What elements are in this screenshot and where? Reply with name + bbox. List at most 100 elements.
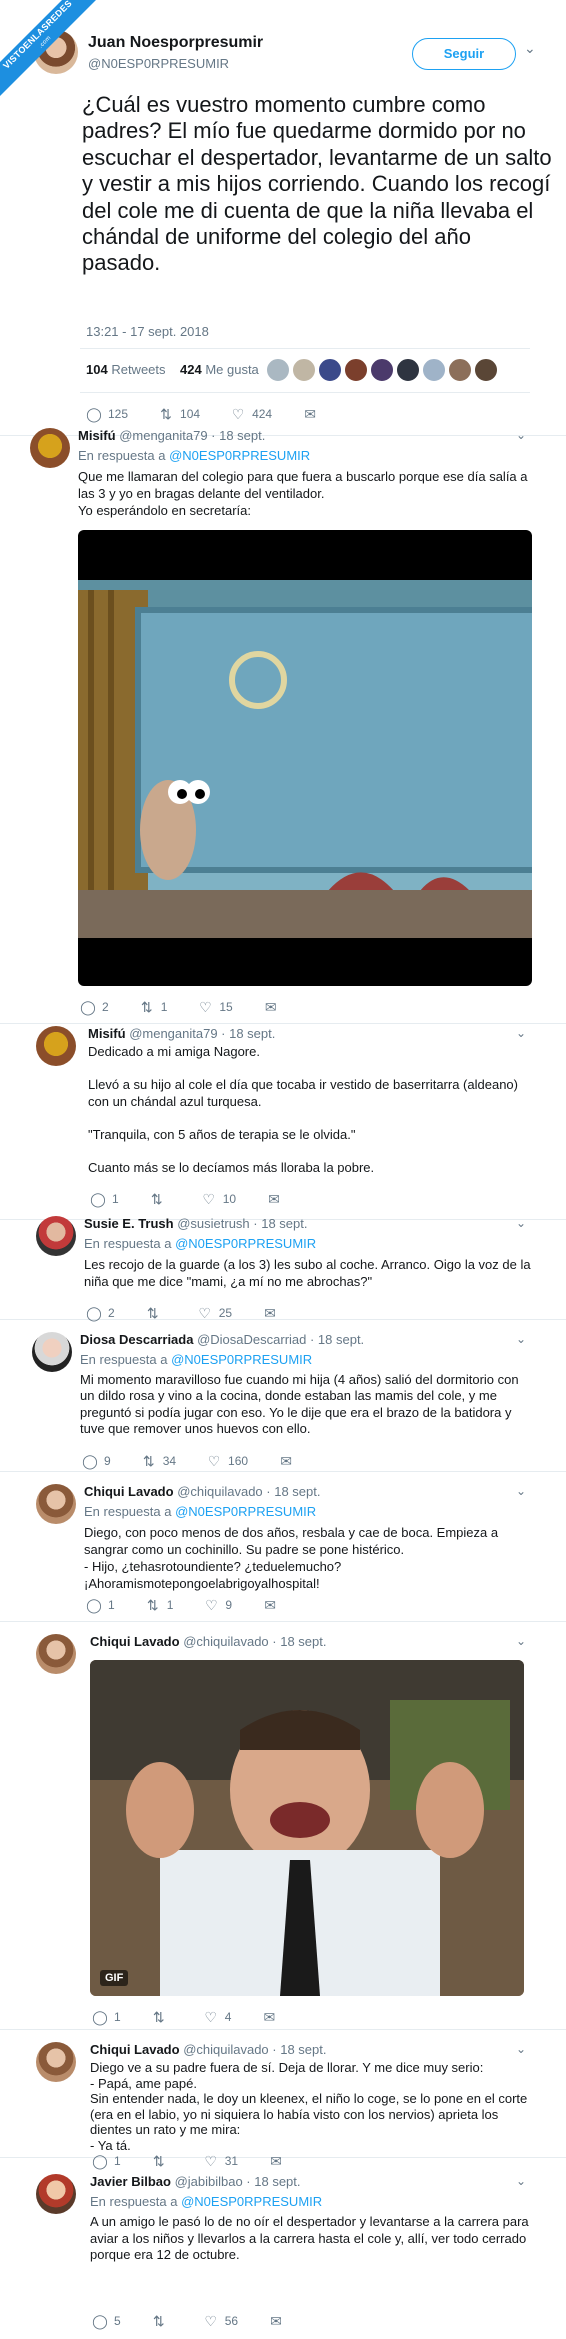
- like-button[interactable]: ♡ 15: [197, 999, 233, 1016]
- divider: [80, 348, 530, 349]
- in-reply-to: En respuesta a @N0ESP0RPRESUMIR: [80, 1352, 312, 1367]
- reply-author[interactable]: Susie E. Trush @susietrush · 18 sept.: [84, 1216, 307, 1231]
- reply-text: Diego, con poco menos de dos años, resba…: [84, 1525, 499, 1591]
- chevron-down-icon[interactable]: ⌄: [516, 1026, 526, 1040]
- avatar[interactable]: [30, 428, 70, 468]
- reply-button[interactable]: ◯ 5: [92, 2313, 121, 2330]
- reply-button[interactable]: ◯ 1: [92, 2009, 121, 2026]
- retweet-count: 1: [160, 1000, 168, 1014]
- reply-icon: ◯: [86, 1304, 102, 1321]
- reply-button[interactable]: ◯ 9: [82, 1453, 111, 1470]
- author-handle: @chiquilavado · 18 sept.: [177, 1484, 321, 1499]
- reply-author[interactable]: Chiqui Lavado @chiquilavado · 18 sept.: [84, 1484, 320, 1499]
- reply-icon: ◯: [80, 998, 96, 1015]
- reply-author[interactable]: Chiqui Lavado @chiquilavado · 18 sept.: [90, 2042, 326, 2057]
- retweet-button[interactable]: ⇅ 1: [145, 1597, 174, 1614]
- avatar[interactable]: [318, 358, 342, 382]
- avatar[interactable]: [36, 1484, 76, 1524]
- retweet-icon: ⇅: [142, 1452, 155, 1469]
- dm-button[interactable]: ✉: [261, 2009, 283, 2026]
- dm-button[interactable]: ✉: [262, 1305, 284, 1322]
- avatar[interactable]: [370, 358, 394, 382]
- retweets-count[interactable]: 104: [86, 362, 108, 377]
- in-reply-to: En respuesta a @N0ESP0RPRESUMIR: [78, 448, 310, 463]
- like-button[interactable]: ♡ 9: [203, 1597, 232, 1614]
- in-reply-handle[interactable]: @N0ESP0RPRESUMIR: [171, 1352, 312, 1367]
- avatar[interactable]: [474, 358, 498, 382]
- chevron-down-icon[interactable]: ⌄: [524, 40, 536, 57]
- author-handle: @menganita79 · 18 sept.: [119, 428, 266, 443]
- avatar[interactable]: [32, 1332, 72, 1372]
- retweet-button[interactable]: ⇅ 1: [139, 999, 168, 1016]
- gif-media[interactable]: GIF: [90, 1660, 524, 1996]
- in-reply-handle[interactable]: @N0ESP0RPRESUMIR: [175, 1236, 316, 1251]
- reply-actions: ◯ 2 ⇅ 1 ♡ 15 ✉: [80, 998, 315, 1016]
- retweet-button[interactable]: ⇅ 34: [141, 1453, 176, 1470]
- in-reply-handle[interactable]: @N0ESP0RPRESUMIR: [169, 448, 310, 463]
- reply-text: Dedicado a mi amiga Nagore. Llevó a su h…: [88, 1044, 518, 1176]
- dm-button[interactable]: ✉: [262, 1597, 284, 1614]
- chevron-down-icon[interactable]: ⌄: [516, 428, 526, 442]
- chevron-down-icon[interactable]: ⌄: [516, 2042, 526, 2056]
- author-name: Misifú: [78, 428, 116, 443]
- envelope-icon: ✉: [264, 998, 277, 1015]
- chevron-down-icon[interactable]: ⌄: [516, 1332, 526, 1346]
- in-reply-handle[interactable]: @N0ESP0RPRESUMIR: [175, 1504, 316, 1519]
- chevron-down-icon[interactable]: ⌄: [516, 1216, 526, 1230]
- chevron-down-icon[interactable]: ⌄: [516, 1484, 526, 1498]
- reply-author[interactable]: Misifú @menganita79 · 18 sept.: [88, 1026, 275, 1041]
- reply-author[interactable]: Javier Bilbao @jabibilbao · 18 sept.: [90, 2174, 301, 2189]
- like-button[interactable]: ♡ 4: [203, 2009, 231, 2026]
- video-player[interactable]: [78, 530, 532, 986]
- in-reply-to: En respuesta a @N0ESP0RPRESUMIR: [90, 2194, 322, 2209]
- like-button[interactable]: ♡ 160: [206, 1453, 248, 1470]
- like-button[interactable]: ♡ 25: [197, 1305, 232, 1322]
- reply-author[interactable]: Misifú @menganita79 · 18 sept.: [78, 428, 265, 443]
- avatar[interactable]: [36, 2174, 76, 2214]
- avatar[interactable]: [396, 358, 420, 382]
- reply-button[interactable]: ◯ 2: [86, 1305, 115, 1322]
- reply-author[interactable]: Diosa Descarriada @DiosaDescarriad · 18 …: [80, 1332, 364, 1347]
- heart-icon: ♡: [204, 2312, 217, 2329]
- reply-author[interactable]: Chiqui Lavado @chiquilavado · 18 sept.: [90, 1634, 326, 1649]
- likes-count[interactable]: 424: [180, 362, 202, 377]
- gif-frame: [90, 1660, 524, 1996]
- follow-button[interactable]: Seguir: [412, 38, 516, 70]
- author-name[interactable]: Juan Noesporpresumir: [88, 34, 263, 52]
- avatar[interactable]: [344, 358, 368, 382]
- avatar[interactable]: [36, 1634, 76, 1674]
- reply-text: A un amigo le pasó lo de no oír el despe…: [90, 2214, 529, 2263]
- avatar[interactable]: [36, 2042, 76, 2082]
- reply-icon: ◯: [86, 1596, 102, 1613]
- retweet-button[interactable]: ⇅: [145, 1305, 167, 1322]
- retweets-label[interactable]: Retweets: [111, 362, 165, 377]
- like-count: 15: [219, 1000, 233, 1014]
- tweet-timestamp[interactable]: 13:21 - 17 sept. 2018: [86, 324, 209, 339]
- reply-button[interactable]: ◯ 1: [86, 1597, 115, 1614]
- dm-button[interactable]: ✉: [278, 1453, 300, 1470]
- in-reply-prefix: En respuesta a: [84, 1236, 172, 1251]
- author-name: Misifú: [88, 1026, 126, 1041]
- reply-count: 5: [114, 2314, 121, 2328]
- retweet-button[interactable]: ⇅: [151, 2009, 173, 2026]
- site-ribbon: VISTOENLASREDES .com: [0, 0, 110, 110]
- retweet-icon: ⇅: [146, 1596, 159, 1613]
- avatar[interactable]: [36, 1216, 76, 1256]
- envelope-icon: ✉: [270, 2312, 282, 2329]
- in-reply-prefix: En respuesta a: [90, 2194, 178, 2209]
- reply-button[interactable]: ◯ 2: [80, 999, 109, 1016]
- avatar[interactable]: [36, 1026, 76, 1066]
- like-button[interactable]: ♡ 56: [203, 2313, 238, 2330]
- avatar[interactable]: [448, 358, 472, 382]
- in-reply-handle[interactable]: @N0ESP0RPRESUMIR: [181, 2194, 322, 2209]
- avatar[interactable]: [292, 358, 316, 382]
- avatar[interactable]: [422, 358, 446, 382]
- author-name: Javier Bilbao: [90, 2174, 171, 2189]
- avatar[interactable]: [266, 358, 290, 382]
- retweet-button[interactable]: ⇅: [151, 2313, 173, 2330]
- dm-button[interactable]: ✉: [268, 2313, 290, 2330]
- chevron-down-icon[interactable]: ⌄: [516, 1634, 526, 1648]
- chevron-down-icon[interactable]: ⌄: [516, 2174, 526, 2188]
- dm-button[interactable]: ✉: [263, 999, 285, 1016]
- likes-label[interactable]: Me gusta: [205, 362, 258, 377]
